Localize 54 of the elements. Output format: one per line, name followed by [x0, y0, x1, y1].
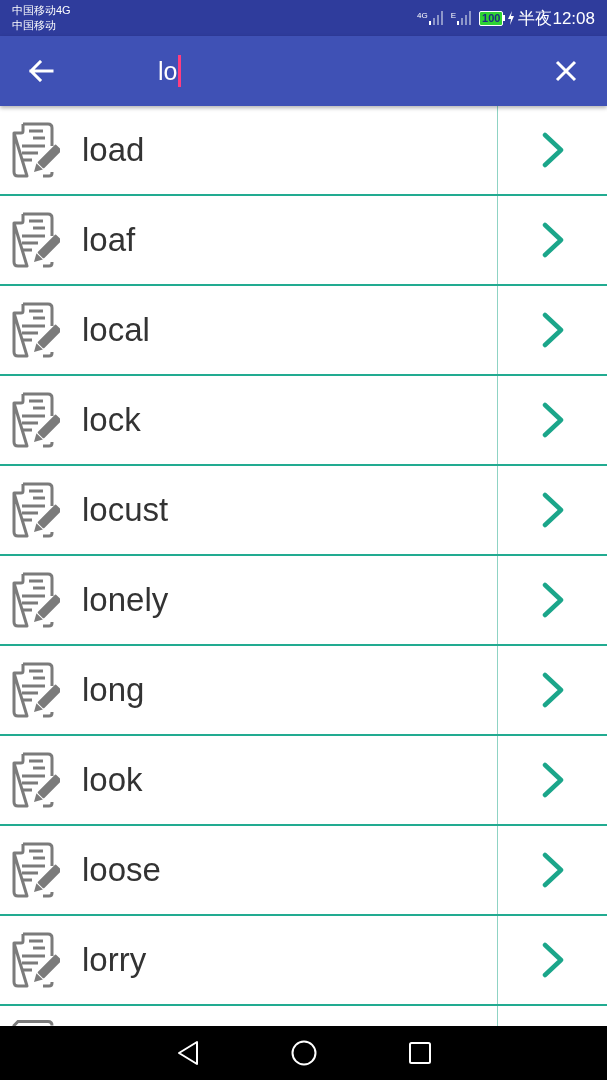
chevron-right-icon [541, 492, 564, 528]
network-type-label: E [450, 11, 457, 20]
result-row[interactable]: lonely [0, 556, 607, 646]
text-cursor-icon [178, 55, 182, 87]
document-pencil-icon [12, 392, 60, 448]
result-row[interactable]: loaf [0, 196, 607, 286]
chevron-right-icon [541, 582, 564, 618]
result-row[interactable]: locust [0, 466, 607, 556]
chevron-right-icon [541, 672, 564, 708]
document-pencil-icon [12, 482, 60, 538]
battery-indicator: 100 [479, 10, 506, 26]
document-pencil-icon [12, 932, 60, 988]
back-arrow-button[interactable] [28, 60, 54, 82]
chevron-right-icon [541, 222, 564, 258]
document-pencil-icon [12, 212, 60, 268]
chevron-right-icon [541, 852, 564, 888]
word-label: look [82, 761, 143, 799]
carrier-name: 中国移动 [12, 18, 56, 33]
word-label: local [82, 311, 150, 349]
result-row[interactable]: local [0, 286, 607, 376]
signal-bars-icon [457, 11, 472, 25]
result-row[interactable]: load [0, 106, 607, 196]
recents-square-button[interactable] [408, 1042, 431, 1064]
home-circle-button[interactable] [290, 1040, 317, 1066]
result-row[interactable]: lorry [0, 916, 607, 1006]
chevron-right-icon [541, 312, 564, 348]
chevron-right-icon [541, 402, 564, 438]
chevron-right-icon [541, 942, 564, 978]
document-pencil-icon [12, 662, 60, 718]
network-type-label: 4G [417, 11, 428, 20]
close-button[interactable] [555, 60, 577, 82]
clock-time: 半夜12:08 [518, 7, 595, 30]
document-pencil-icon [12, 842, 60, 898]
word-label: lock [82, 401, 141, 439]
word-label: load [82, 131, 145, 169]
chevron-right-icon [541, 762, 564, 798]
word-label: lonely [82, 581, 169, 619]
signal-bars-icon [428, 11, 443, 25]
carrier-name: 中国移动4G [12, 3, 71, 18]
word-label: loose [82, 851, 161, 889]
chevron-right-icon [541, 132, 564, 168]
document-pencil-icon [12, 122, 60, 178]
word-label: lorry [82, 941, 147, 979]
word-label: loaf [82, 221, 136, 259]
document-pencil-icon [12, 302, 60, 358]
back-triangle-button[interactable] [176, 1040, 199, 1066]
word-label: long [82, 671, 145, 709]
result-row[interactable]: lock [0, 376, 607, 466]
result-row[interactable]: loose [0, 826, 607, 916]
document-pencil-icon [12, 752, 60, 808]
result-row[interactable]: long [0, 646, 607, 736]
word-label: locust [82, 491, 169, 529]
document-pencil-icon [12, 572, 60, 628]
result-row[interactable]: look [0, 736, 607, 826]
